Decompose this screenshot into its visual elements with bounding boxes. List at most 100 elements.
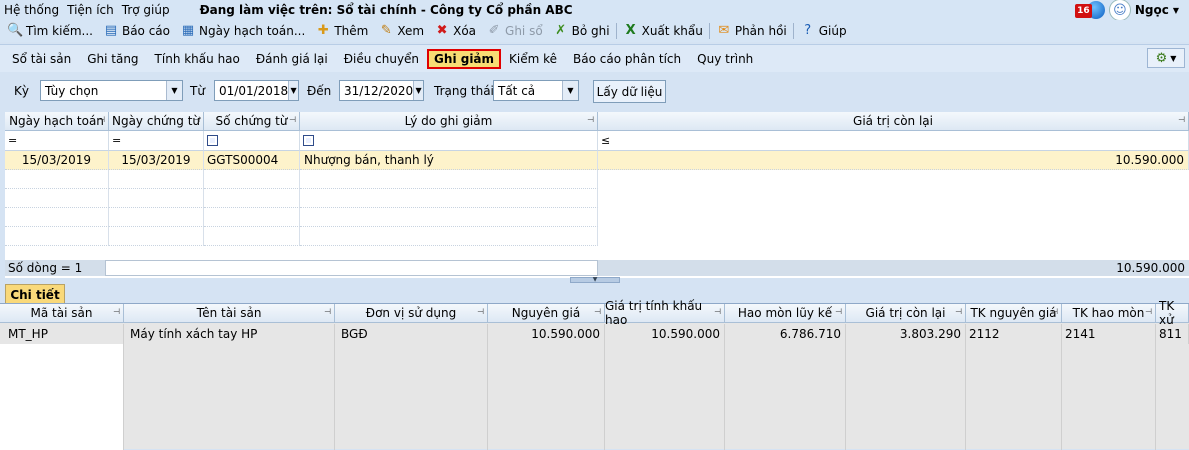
cell-accumulated-depreciation[interactable]: 6.786.710: [725, 324, 846, 344]
filter-cell-remaining-value[interactable]: ≤: [598, 131, 1189, 151]
filter-checkbox-icon[interactable]: [207, 135, 218, 146]
filter-cell-posting-date[interactable]: =: [5, 131, 109, 151]
cell-reason[interactable]: Nhượng bán, thanh lý: [300, 151, 598, 170]
tab-process[interactable]: Quy trình: [689, 50, 761, 68]
empty-column-area: [0, 344, 124, 450]
cell-posting-date[interactable]: 15/03/2019: [5, 151, 109, 170]
view-button[interactable]: ✎ Xem: [373, 21, 429, 41]
chevron-down-icon[interactable]: ▼: [413, 81, 423, 100]
col-posting-date[interactable]: Ngày hạch toán ⊣: [5, 112, 109, 131]
post-button[interactable]: ✐ Ghi sổ: [481, 21, 548, 41]
col-original-cost[interactable]: Nguyên giá ⊣: [488, 304, 605, 323]
pin-icon[interactable]: ⊣: [193, 115, 200, 124]
col-voucher-date[interactable]: Ngày chứng từ ⊣: [109, 112, 204, 131]
posting-date-button[interactable]: ▦ Ngày hạch toán...: [175, 21, 310, 41]
tab-inventory[interactable]: Kiểm kê: [501, 50, 565, 68]
col-cost-account[interactable]: TK nguyên giá ⊣: [966, 304, 1062, 323]
cell-remaining-value[interactable]: 3.803.290: [846, 324, 966, 344]
cell-depreciable-value[interactable]: 10.590.000: [605, 324, 725, 344]
col-depreciation-account-label: TK hao mòn: [1072, 306, 1145, 320]
cell-cost-account[interactable]: 2112: [966, 324, 1062, 344]
pin-icon[interactable]: ⊣: [289, 115, 296, 124]
avatar[interactable]: ☺: [1108, 0, 1131, 21]
period-select[interactable]: Tùy chọn ▼: [40, 80, 183, 101]
empty-cell: [5, 208, 109, 227]
col-department[interactable]: Đơn vị sử dụng ⊣: [335, 304, 488, 323]
col-accumulated-depreciation[interactable]: Hao mòn lũy kế ⊣: [725, 304, 846, 323]
menu-system[interactable]: Hệ thống: [0, 3, 63, 17]
cell-asset-code[interactable]: MT_HP: [0, 324, 124, 344]
menu-bar: Hệ thống Tiện ích Trợ giúp Đang làm việc…: [0, 0, 1189, 21]
col-remaining-value[interactable]: Giá trị còn lại ⊣: [598, 112, 1189, 131]
panel-splitter-handle[interactable]: ▼: [570, 277, 620, 283]
chevron-down-icon[interactable]: ▼: [288, 81, 298, 100]
pin-icon[interactable]: ⊣: [1145, 307, 1152, 316]
to-label: Đến: [307, 84, 332, 98]
filter-cell-voucher-date[interactable]: =: [109, 131, 204, 151]
chevron-down-icon[interactable]: ▼: [166, 81, 182, 100]
col-depreciable-value[interactable]: Giá trị tính khấu hao ⊣: [605, 299, 725, 327]
cell-voucher-no[interactable]: GGTS00004: [204, 151, 300, 170]
tab-asset-ledger[interactable]: Sổ tài sản: [4, 50, 79, 68]
tab-depreciation[interactable]: Tính khấu hao: [147, 50, 248, 68]
filter-cell-voucher-no[interactable]: [204, 131, 300, 151]
notification-button[interactable]: 16: [1074, 1, 1105, 19]
menu-help[interactable]: Trợ giúp: [118, 3, 174, 17]
pin-icon[interactable]: ⊣: [835, 307, 842, 316]
tab-transfer[interactable]: Điều chuyển: [336, 50, 427, 68]
col-depreciation-account[interactable]: TK hao mòn ⊣: [1062, 304, 1156, 323]
pin-icon[interactable]: ⊣: [113, 307, 120, 316]
col-asset-name[interactable]: Tên tài sản ⊣: [124, 304, 335, 323]
pin-icon[interactable]: ⊣: [1051, 307, 1058, 316]
delete-button[interactable]: ✖ Xóa: [429, 21, 481, 41]
fetch-data-button[interactable]: Lấy dữ liệu: [593, 80, 666, 103]
menu-utilities[interactable]: Tiện ích: [63, 3, 118, 17]
pin-icon[interactable]: ⊣: [477, 307, 484, 316]
pin-icon[interactable]: ⊣: [98, 115, 105, 124]
tab-analysis-report[interactable]: Báo cáo phân tích: [565, 50, 689, 68]
pin-icon[interactable]: ⊣: [594, 307, 601, 316]
unpost-button[interactable]: ✗ Bỏ ghi: [548, 21, 615, 41]
cell-remaining-value[interactable]: 10.590.000: [598, 151, 1189, 170]
tab-increase[interactable]: Ghi tăng: [79, 50, 146, 68]
col-asset-code[interactable]: Mã tài sản ⊣: [0, 304, 124, 323]
help-label: Giúp: [818, 24, 847, 38]
cell-disposal-account[interactable]: 811: [1156, 324, 1189, 344]
pin-icon[interactable]: ⊣: [1178, 115, 1185, 124]
chevron-down-icon[interactable]: ▼: [562, 81, 578, 100]
filter-cell-reason[interactable]: [300, 131, 598, 151]
col-remaining-value[interactable]: Giá trị còn lại ⊣: [846, 304, 966, 323]
cell-original-cost[interactable]: 10.590.000: [488, 324, 605, 344]
col-voucher-no-label: Số chứng từ: [215, 114, 288, 128]
filter-checkbox-icon[interactable]: [303, 135, 314, 146]
col-voucher-no[interactable]: Số chứng từ ⊣: [204, 112, 300, 131]
cell-asset-name[interactable]: Máy tính xách tay HP: [124, 324, 335, 344]
tab-revaluation[interactable]: Đánh giá lại: [248, 50, 336, 68]
from-date-input[interactable]: 01/01/2018 ▼: [214, 80, 299, 101]
search-button[interactable]: 🔍 Tìm kiếm...: [2, 21, 98, 41]
pin-icon[interactable]: ⊣: [955, 307, 962, 316]
user-name[interactable]: Ngọc: [1135, 3, 1169, 17]
tab-decrease[interactable]: Ghi giảm: [427, 48, 502, 69]
cell-voucher-date[interactable]: 15/03/2019: [109, 151, 204, 170]
col-disposal-account[interactable]: TK xử: [1156, 299, 1189, 327]
add-button[interactable]: ✚ Thêm: [310, 21, 373, 41]
col-reason[interactable]: Lý do ghi giảm ⊣: [300, 112, 598, 131]
cell-depreciation-account[interactable]: 2141: [1062, 324, 1156, 344]
pin-icon[interactable]: ⊣: [714, 307, 721, 316]
cell-department[interactable]: BGĐ: [335, 324, 488, 344]
col-accumulated-depreciation-label: Hao mòn lũy kế: [737, 306, 833, 320]
to-date-input[interactable]: 31/12/2020 ▼: [339, 80, 424, 101]
tab-detail[interactable]: Chi tiết: [5, 284, 65, 304]
feedback-button[interactable]: ✉ Phản hồi: [711, 21, 792, 41]
settings-button[interactable]: ⚙ ▼: [1147, 48, 1185, 68]
help-button[interactable]: ? Giúp: [795, 21, 852, 41]
chevron-down-icon[interactable]: ▼: [1173, 6, 1179, 15]
status-select[interactable]: Tất cả ▼: [493, 80, 579, 101]
col-remaining-value-label: Giá trị còn lại: [865, 306, 946, 320]
report-button[interactable]: ▤ Báo cáo: [98, 21, 175, 41]
pin-icon[interactable]: ⊣: [324, 307, 331, 316]
pin-icon[interactable]: ⊣: [587, 115, 594, 124]
report-label: Báo cáo: [121, 24, 171, 38]
export-button[interactable]: X Xuất khẩu: [618, 21, 708, 41]
